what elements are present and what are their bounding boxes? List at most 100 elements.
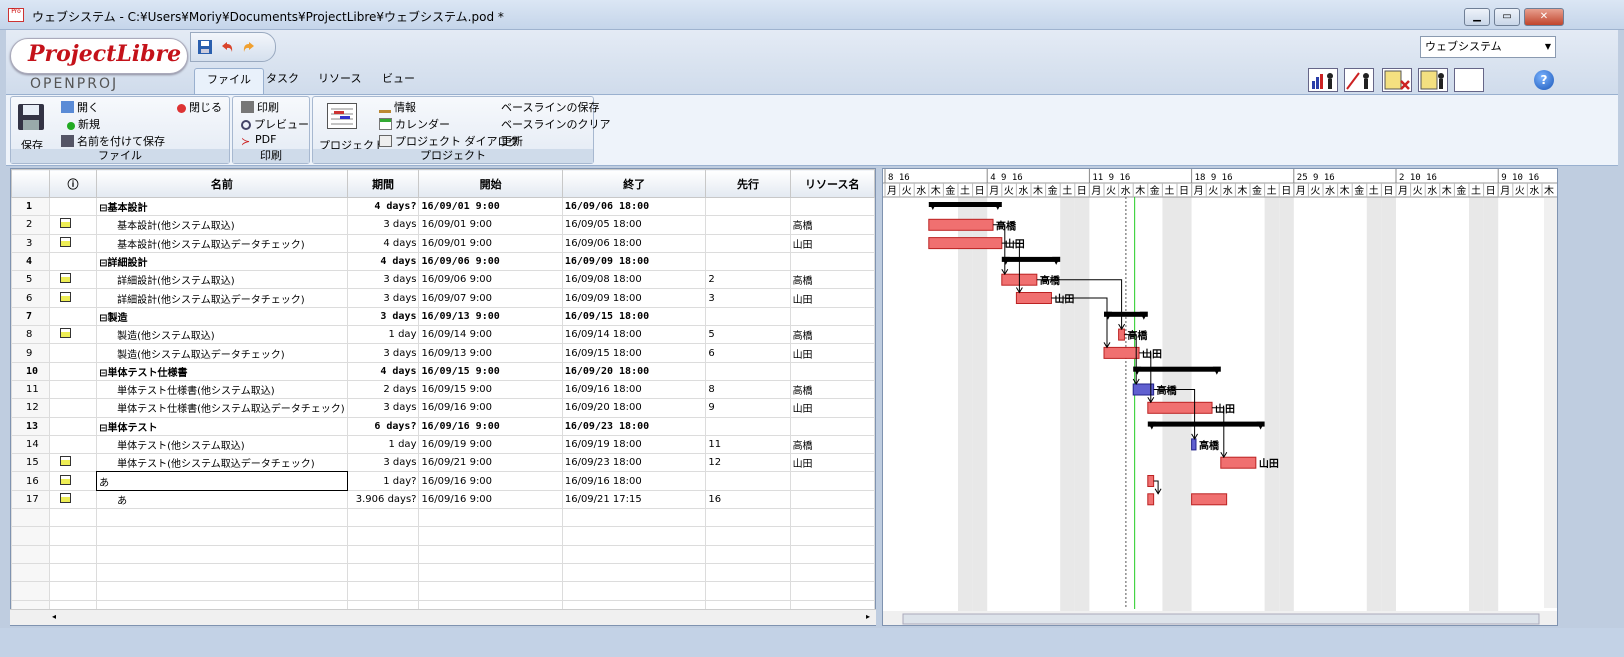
name-cell[interactable]: あ [96,489,348,510]
empty-cell[interactable] [346,544,420,564]
empty-cell[interactable] [96,526,348,546]
duration-cell[interactable]: 3 days [346,343,420,363]
empty-cell[interactable] [789,562,876,583]
table-row[interactable]: 10 ⊟単体テスト仕様書 4 days 16/09/15 9:00 16/09/20 1… [11,361,876,381]
gantt-scroll-thumb[interactable] [902,613,1540,625]
predecessor-cell[interactable]: 2 [705,270,791,290]
row-number[interactable]: 1 [11,196,50,217]
row-number[interactable]: 16 [11,471,50,491]
duration-column-header[interactable]: 期間 [346,169,420,198]
info-cell[interactable] [48,215,98,235]
task-bar[interactable] [1015,292,1052,304]
empty-cell[interactable] [789,526,876,546]
start-cell[interactable]: 16/09/01 9:00 [418,215,563,235]
empty-cell[interactable] [705,526,791,546]
finish-cell[interactable]: 16/09/14 18:00 [561,325,707,345]
resource-cell[interactable]: 高橋 [789,270,876,290]
predecessor-cell[interactable] [705,471,791,491]
start-cell[interactable]: 16/09/13 9:00 [418,343,563,363]
name-cell[interactable]: 詳細設計(他システム取込データチェック) [96,288,348,308]
empty-cell[interactable] [561,562,707,583]
start-cell[interactable]: 16/09/15 9:00 [418,379,563,400]
empty-cell[interactable] [346,508,420,528]
empty-cell[interactable] [346,581,420,601]
duration-cell[interactable]: 4 days [346,233,420,253]
duration-cell[interactable]: 4 days? [346,196,420,217]
finish-cell[interactable]: 16/09/21 17:15 [561,489,707,510]
info-cell[interactable] [48,196,98,217]
task-bar[interactable] [1147,401,1213,414]
finish-cell[interactable]: 16/09/20 18:00 [561,398,707,418]
empty-cell[interactable] [561,581,707,601]
gantt-vertical-scrollbar[interactable] [1544,198,1557,608]
save-large-icon[interactable] [17,103,47,133]
start-cell[interactable]: 16/09/13 9:00 [418,306,563,327]
info-cell[interactable] [48,251,98,272]
start-cell[interactable]: 16/09/16 9:00 [418,398,563,418]
info-cell[interactable] [48,288,98,308]
duration-cell[interactable]: 3 days [346,398,420,418]
empty-cell[interactable] [705,508,791,528]
predecessor-column-header[interactable]: 先行 [705,169,791,198]
empty-cell[interactable] [418,508,563,528]
info-cell[interactable] [48,270,98,290]
save-as-button[interactable]: 名前を付けて保存 [61,133,165,149]
duration-cell[interactable]: 1 day [346,325,420,345]
start-cell[interactable]: 16/09/01 9:00 [418,233,563,253]
empty-cell[interactable] [561,544,707,564]
info-cell[interactable] [48,233,98,253]
finish-cell[interactable]: 16/09/06 18:00 [561,196,707,217]
table-row[interactable]: 14 単体テスト(他システム取込) 1 day 16/09/19 9:00 16/09/… [11,434,876,455]
duration-cell[interactable]: 3 days [346,270,420,290]
name-cell[interactable]: 単体テスト(他システム取込データチェック) [96,453,348,473]
start-cell[interactable]: 16/09/16 9:00 [418,489,563,510]
table-row[interactable]: 16 あ 1 day? 16/09/16 9:00 16/09/16 18:00 [11,470,876,492]
project-large-icon[interactable] [327,103,357,129]
row-number[interactable]: 13 [11,416,50,436]
empty-cell[interactable] [48,544,98,564]
info-cell[interactable] [48,471,98,491]
finish-cell[interactable]: 16/09/09 18:00 [561,251,707,272]
empty-cell[interactable] [48,526,98,546]
project-selector[interactable]: ウェブシステム ▼ [1420,36,1556,58]
baseline-clear-button[interactable]: ベースラインのクリア [501,116,610,132]
help-icon[interactable]: ? [1534,70,1554,90]
update-button[interactable]: 更新 [501,133,523,149]
name-cell[interactable]: 単体テスト仕様書(他システム取込データチェック) [96,398,348,418]
name-cell[interactable]: 詳細設計(他システム取込) [96,270,348,290]
empty-cell[interactable] [561,508,707,528]
finish-cell[interactable]: 16/09/05 18:00 [561,215,707,235]
predecessor-cell[interactable]: 9 [705,398,791,418]
table-row[interactable]: 7 ⊟製造 3 days 16/09/13 9:00 16/09/15 18:00 [11,306,876,327]
empty-cell[interactable] [705,544,791,564]
predecessor-cell[interactable]: 8 [705,379,791,400]
maximize-button[interactable]: ▭ [1494,8,1520,26]
resource-histogram-icon[interactable] [1308,68,1338,92]
table-row[interactable]: 2 基本設計(他システム取込) 3 days 16/09/01 9:00 16/09/0… [11,215,876,235]
info-cell[interactable] [48,489,98,510]
empty-cell[interactable] [418,581,563,601]
info-cell[interactable] [48,453,98,473]
finish-cell[interactable]: 16/09/20 18:00 [561,361,707,381]
open-button[interactable]: 開く [61,99,99,115]
finish-cell[interactable]: 16/09/09 18:00 [561,288,707,308]
empty-cell[interactable] [705,562,791,583]
pdf-button[interactable]: ≻ PDF [241,133,276,148]
empty-cell[interactable] [96,544,348,564]
start-cell[interactable]: 16/09/16 9:00 [418,471,563,491]
duration-cell[interactable]: 4 days [346,251,420,272]
resource-column-header[interactable]: リソース名 [789,169,876,198]
empty-cell[interactable] [418,526,563,546]
resource-cell[interactable]: 山田 [789,343,876,363]
empty-cell[interactable] [789,544,876,564]
table-row-empty[interactable] [11,562,876,583]
finish-cell[interactable]: 16/09/19 18:00 [561,434,707,455]
duration-cell[interactable]: 1 day [346,434,420,455]
scroll-right-icon[interactable]: ▸ [866,612,870,621]
duration-cell[interactable]: 2 days [346,379,420,400]
row-number[interactable]: 2 [11,215,50,235]
row-number[interactable] [11,581,50,601]
name-cell[interactable]: ⊟単体テスト仕様書 [96,361,348,381]
start-cell[interactable]: 16/09/19 9:00 [418,434,563,455]
table-row[interactable]: 8 製造(他システム取込) 1 day 16/09/14 9:00 16/09/14 1… [11,325,876,345]
